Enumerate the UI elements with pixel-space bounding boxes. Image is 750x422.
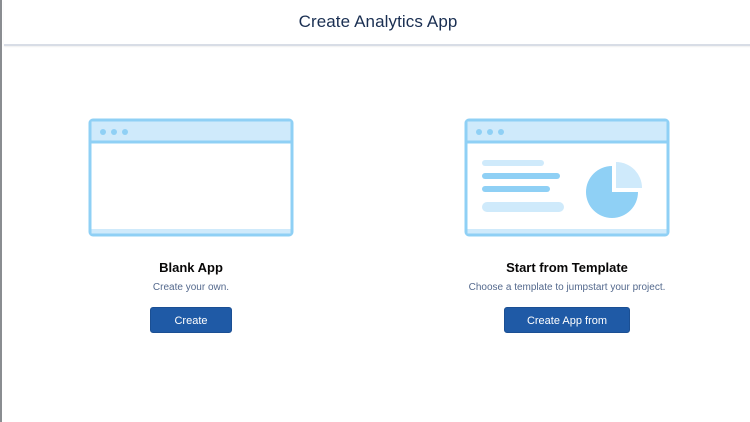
template-app-title: Start from Template [506,260,628,275]
blank-window-icon [88,118,294,237]
create-blank-app-button[interactable]: Create Blank App [150,307,232,353]
modal-header: Create Analytics App [4,0,750,46]
create-app-modal: Create Analytics App Blank App Create yo… [0,0,750,422]
modal-title: Create Analytics App [298,12,458,31]
template-window-icon [464,118,670,237]
create-app-from-template-button[interactable]: Create App from Template [504,307,630,353]
blank-app-title: Blank App [159,260,223,275]
blank-app-option: Blank App Create your own. Create Blank … [86,118,296,355]
template-app-option: Start from Template Choose a template to… [456,118,678,355]
blank-app-description: Create your own. [152,282,230,293]
template-app-description: Choose a template to jumpstart your proj… [468,282,666,293]
